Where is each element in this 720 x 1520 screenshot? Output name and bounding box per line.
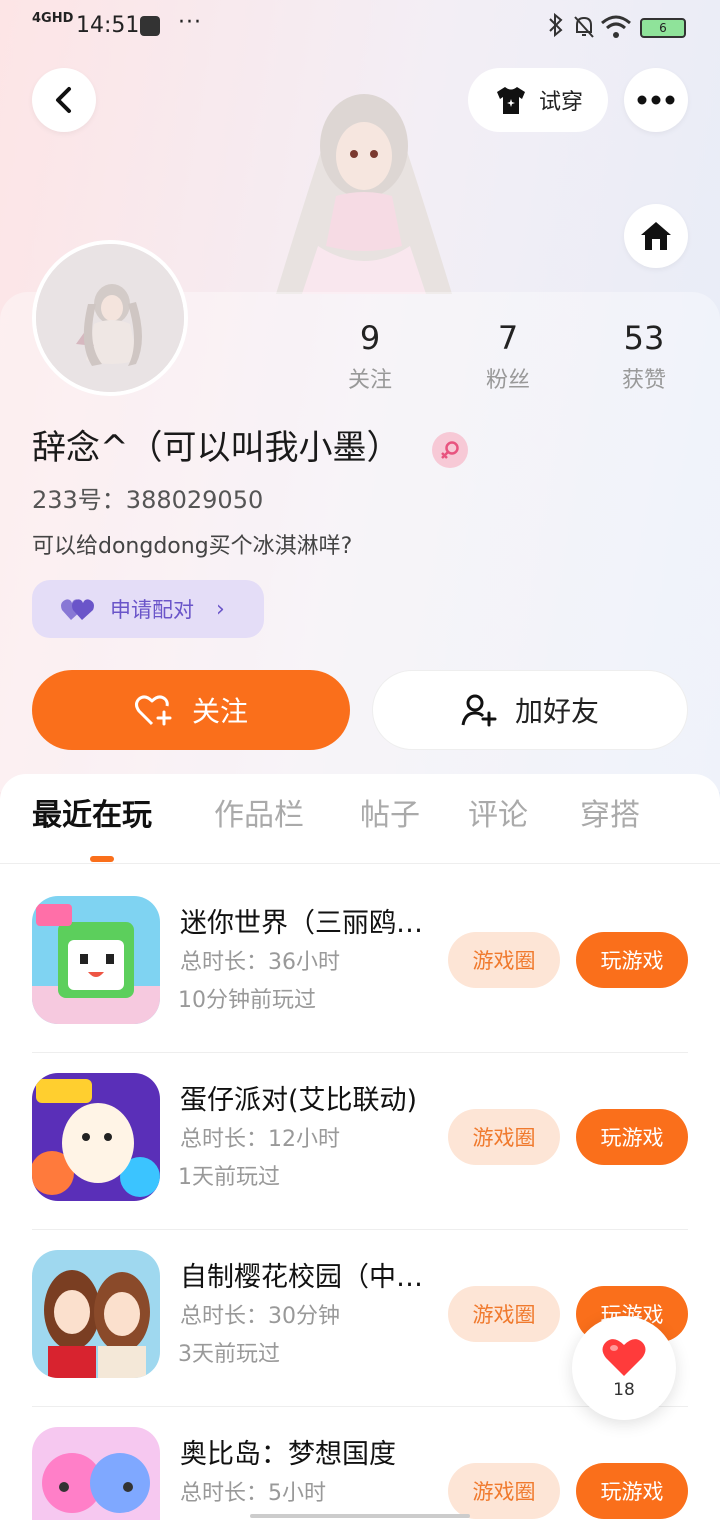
game-duration: 总时长：5小时 bbox=[180, 1481, 326, 1506]
avatar[interactable] bbox=[32, 240, 188, 396]
apply-match-label: 申请配对 bbox=[110, 598, 194, 622]
game-title: 自制樱花校园（中文版） bbox=[180, 1262, 430, 1293]
message-icon bbox=[140, 16, 160, 36]
battery-indicator: 6 bbox=[640, 18, 686, 38]
more-dots-icon bbox=[637, 95, 675, 105]
fans-label: 粉丝 bbox=[485, 368, 530, 393]
game-title: 蛋仔派对(艾比联动) bbox=[180, 1085, 418, 1116]
add-user-icon bbox=[461, 694, 497, 727]
game-icon-aobi-island bbox=[32, 1427, 160, 1520]
home-icon bbox=[641, 222, 671, 250]
game-row[interactable]: 奥比岛：梦想国度 总时长：5小时 游戏圈 玩游戏 bbox=[0, 1407, 720, 1520]
game-icon-mini-world bbox=[32, 896, 160, 1024]
game-title: 奥比岛：梦想国度 bbox=[180, 1439, 396, 1470]
game-last-played: 3天前玩过 bbox=[178, 1342, 280, 1367]
network-indicator: 4GHD bbox=[32, 11, 74, 26]
tab-outfits[interactable]: 穿搭 bbox=[580, 796, 640, 836]
game-title: 迷你世界（三丽鸥联动） bbox=[180, 908, 430, 939]
following-label: 关注 bbox=[347, 368, 392, 393]
active-tab-indicator bbox=[90, 856, 114, 862]
tshirt-icon bbox=[496, 87, 525, 114]
tab-posts[interactable]: 帖子 bbox=[360, 796, 420, 836]
like-count: 18 bbox=[613, 1380, 635, 1400]
heart-icon bbox=[602, 1339, 646, 1376]
follow-button[interactable]: 关注 bbox=[32, 670, 350, 750]
stat-likes[interactable]: 53 获赞 bbox=[594, 318, 694, 394]
game-row[interactable]: 迷你世界（三丽鸥联动） 总时长：36小时 10分钟前玩过 游戏圈 玩游戏 bbox=[0, 876, 720, 1053]
stat-following[interactable]: 9 关注 bbox=[320, 318, 420, 394]
play-game-button[interactable]: 玩游戏 bbox=[576, 932, 688, 988]
game-icon-sakura-school bbox=[32, 1250, 160, 1378]
game-last-played: 1天前玩过 bbox=[178, 1165, 280, 1190]
wifi-icon bbox=[600, 14, 632, 44]
fans-count: 7 bbox=[497, 319, 519, 357]
avatar-3d-figure bbox=[266, 76, 462, 294]
double-heart-icon bbox=[61, 599, 94, 620]
game-circle-button[interactable]: 游戏圈 bbox=[448, 1286, 560, 1342]
heart-plus-icon bbox=[134, 695, 172, 726]
more-notifications-icon: ··· bbox=[178, 10, 202, 35]
play-game-button[interactable]: 玩游戏 bbox=[576, 1463, 688, 1519]
bell-muted-icon bbox=[572, 14, 596, 44]
tab-comments[interactable]: 评论 bbox=[468, 796, 528, 836]
game-duration: 总时长：30分钟 bbox=[180, 1304, 340, 1329]
female-icon bbox=[432, 432, 468, 468]
play-game-button[interactable]: 玩游戏 bbox=[576, 1109, 688, 1165]
likes-count: 53 bbox=[623, 319, 665, 357]
likes-label: 获赞 bbox=[621, 368, 666, 393]
status-bar: 4GHD 14:51 ··· 6 bbox=[0, 0, 720, 56]
add-friend-button[interactable]: 加好友 bbox=[372, 670, 688, 750]
try-on-label: 试穿 bbox=[538, 90, 583, 115]
status-time: 14:51 bbox=[76, 13, 140, 38]
bio: 可以给dongdong买个冰淇淋咩? bbox=[32, 534, 353, 559]
follow-label: 关注 bbox=[191, 695, 248, 728]
game-circle-button[interactable]: 游戏圈 bbox=[448, 1109, 560, 1165]
game-row[interactable]: 蛋仔派对(艾比联动) 总时长：12小时 1天前玩过 游戏圈 玩游戏 bbox=[0, 1053, 720, 1230]
try-on-button[interactable]: 试穿 bbox=[468, 68, 608, 132]
following-count: 9 bbox=[359, 319, 381, 357]
stat-fans[interactable]: 7 粉丝 bbox=[458, 318, 558, 394]
game-last-played: 10分钟前玩过 bbox=[178, 988, 316, 1013]
apply-match-button[interactable]: 申请配对 › bbox=[32, 580, 264, 638]
home-indicator bbox=[250, 1514, 470, 1518]
game-circle-button[interactable]: 游戏圈 bbox=[448, 1463, 560, 1519]
game-icon-eggy-party bbox=[32, 1073, 160, 1201]
tab-bar: 最近在玩 作品栏 帖子 评论 穿搭 bbox=[0, 774, 720, 864]
nickname: 辞念^（可以叫我小墨） bbox=[32, 428, 401, 468]
more-button[interactable] bbox=[624, 68, 688, 132]
chevron-left-icon bbox=[56, 87, 71, 113]
bluetooth-icon bbox=[546, 12, 566, 44]
game-circle-button[interactable]: 游戏圈 bbox=[448, 932, 560, 988]
tab-recently-played[interactable]: 最近在玩 bbox=[32, 796, 152, 836]
floating-like-button[interactable]: 18 bbox=[572, 1316, 676, 1420]
game-duration: 总时长：36小时 bbox=[180, 950, 340, 975]
home-button[interactable] bbox=[624, 204, 688, 268]
chevron-right-icon: › bbox=[216, 596, 225, 622]
account-id: 233号：388029050 bbox=[32, 486, 264, 514]
back-button[interactable] bbox=[32, 68, 96, 132]
game-duration: 总时长：12小时 bbox=[180, 1127, 340, 1152]
tab-works[interactable]: 作品栏 bbox=[214, 796, 304, 836]
add-friend-label: 加好友 bbox=[514, 695, 599, 728]
